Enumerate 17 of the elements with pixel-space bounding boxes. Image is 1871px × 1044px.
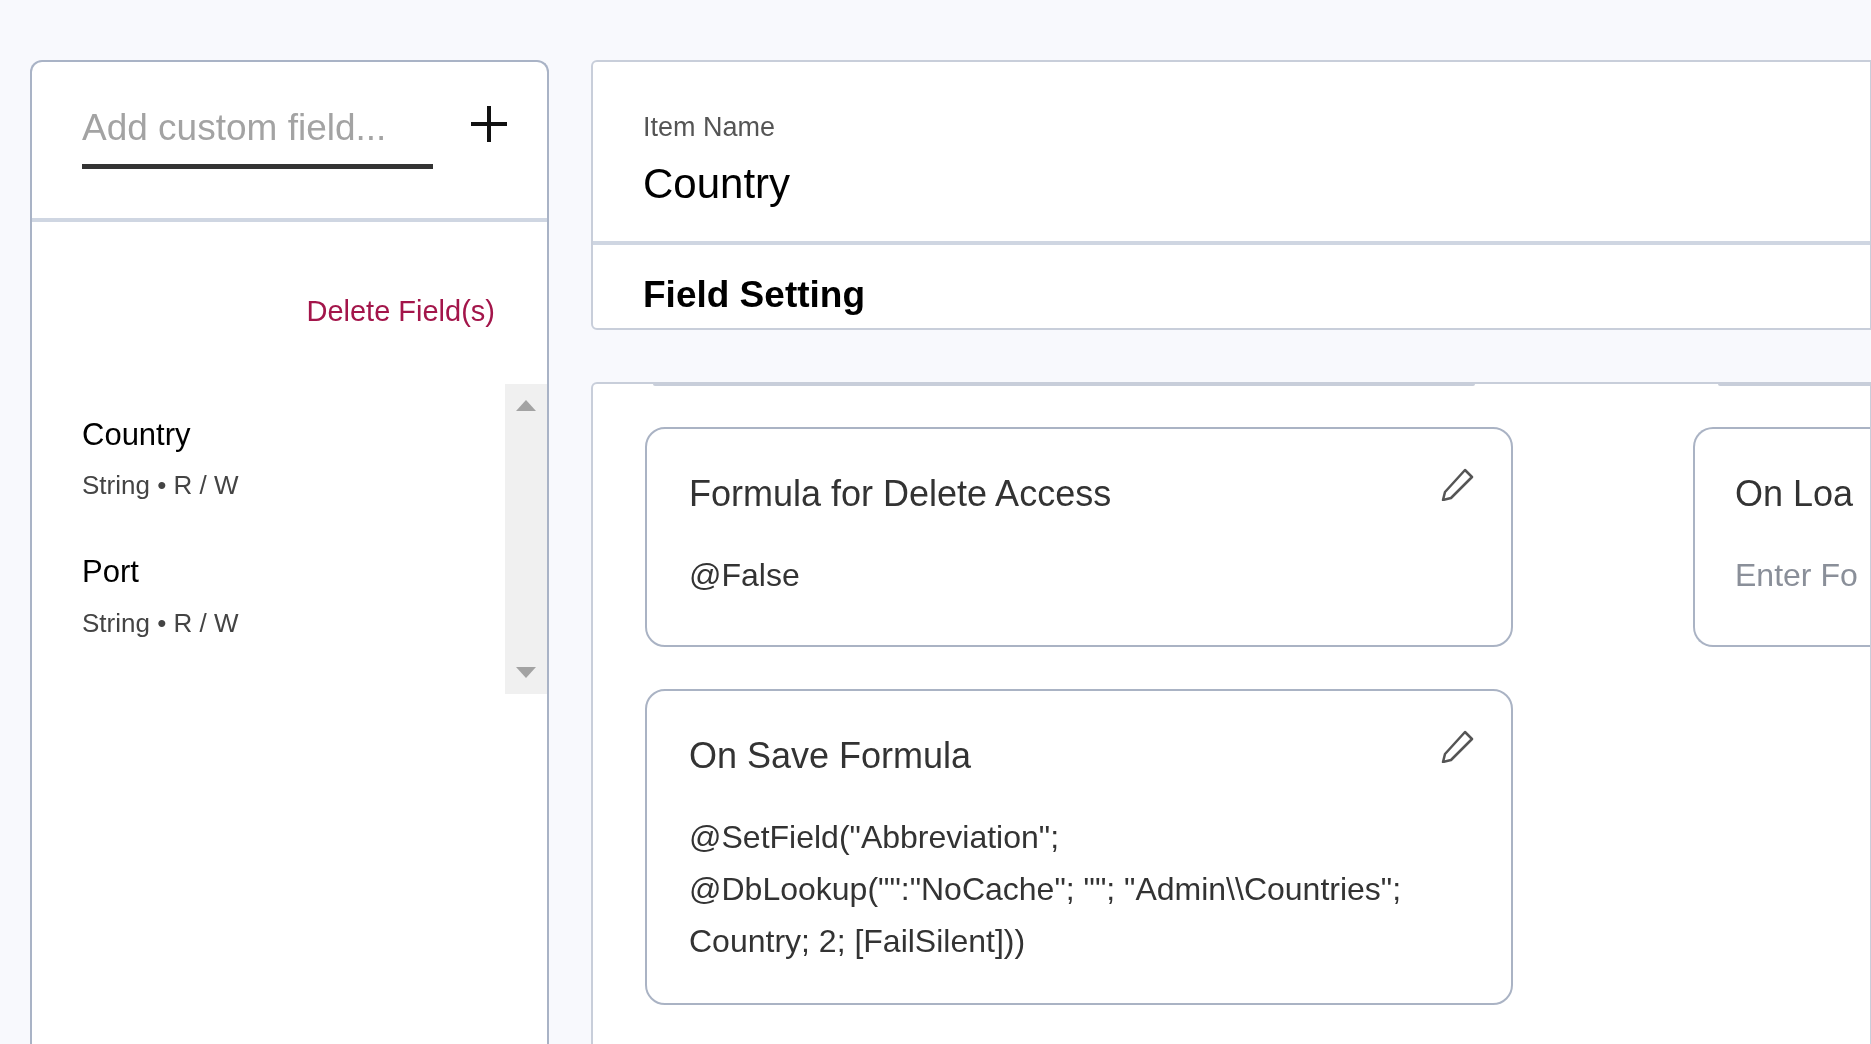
section-title: Field Setting [643,274,865,315]
add-field-input[interactable]: Add custom field... [82,100,433,169]
field-name[interactable]: Port [82,549,139,596]
field-name[interactable]: Country [82,411,191,458]
formula-text: @False [689,556,801,595]
edit-icon[interactable] [1441,467,1475,501]
field-details: String • R / W [82,469,239,502]
delete-fields-link[interactable]: Delete Field(s) [306,290,495,334]
card-title: On Loa [1735,472,1854,516]
card-title: On Save Formula [689,734,972,778]
item-name-label: Item Name [643,111,776,144]
field-details: String • R / W [82,606,239,640]
item-name-value: Country [643,158,791,209]
card-title: Formula for Delete Access [689,472,1112,516]
edit-icon[interactable] [1441,729,1475,763]
add-icon[interactable] [469,104,509,144]
formula-text: @SetField("Abbreviation"; @DbLookup("":"NoCache"; ""; "Admin\\Countries"; Country; 2; [FailSilent])) [689,818,1403,961]
